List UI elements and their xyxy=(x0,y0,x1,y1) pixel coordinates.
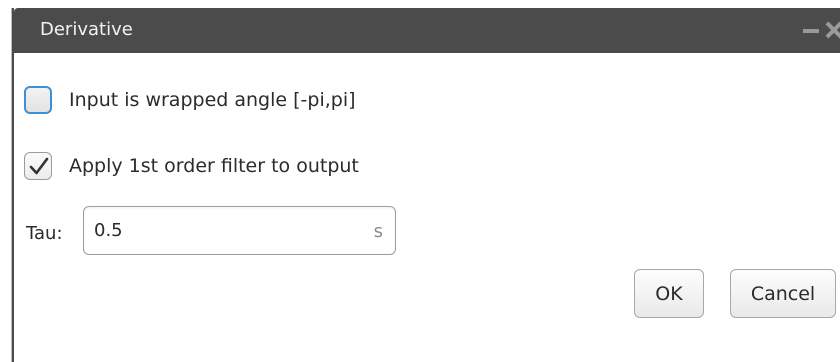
ok-button[interactable]: OK xyxy=(634,269,704,318)
tau-unit: s xyxy=(373,221,383,242)
apply-filter-label: Apply 1st order filter to output xyxy=(69,155,359,177)
wrapped-angle-label: Input is wrapped angle [-pi,pi] xyxy=(69,89,356,111)
wrapped-angle-checkbox[interactable] xyxy=(24,86,52,114)
screen-background: Derivative Input is wrapped angle [-pi,p… xyxy=(0,0,840,362)
derivative-dialog: Derivative Input is wrapped angle [-pi,p… xyxy=(12,8,840,362)
tau-field[interactable]: s xyxy=(83,206,396,255)
minimize-button[interactable] xyxy=(800,18,822,40)
minimize-icon xyxy=(803,29,819,33)
apply-filter-option[interactable]: Apply 1st order filter to output xyxy=(24,150,359,182)
checkmark-icon xyxy=(29,157,49,175)
close-button[interactable] xyxy=(822,18,840,40)
cancel-button[interactable]: Cancel xyxy=(730,269,836,318)
apply-filter-checkbox[interactable] xyxy=(24,152,52,180)
wrapped-angle-option[interactable]: Input is wrapped angle [-pi,pi] xyxy=(24,84,356,116)
dialog-title: Derivative xyxy=(40,19,133,40)
tau-label: Tau: xyxy=(26,223,63,244)
tau-input[interactable] xyxy=(94,217,354,243)
title-bar[interactable]: Derivative xyxy=(14,8,840,53)
